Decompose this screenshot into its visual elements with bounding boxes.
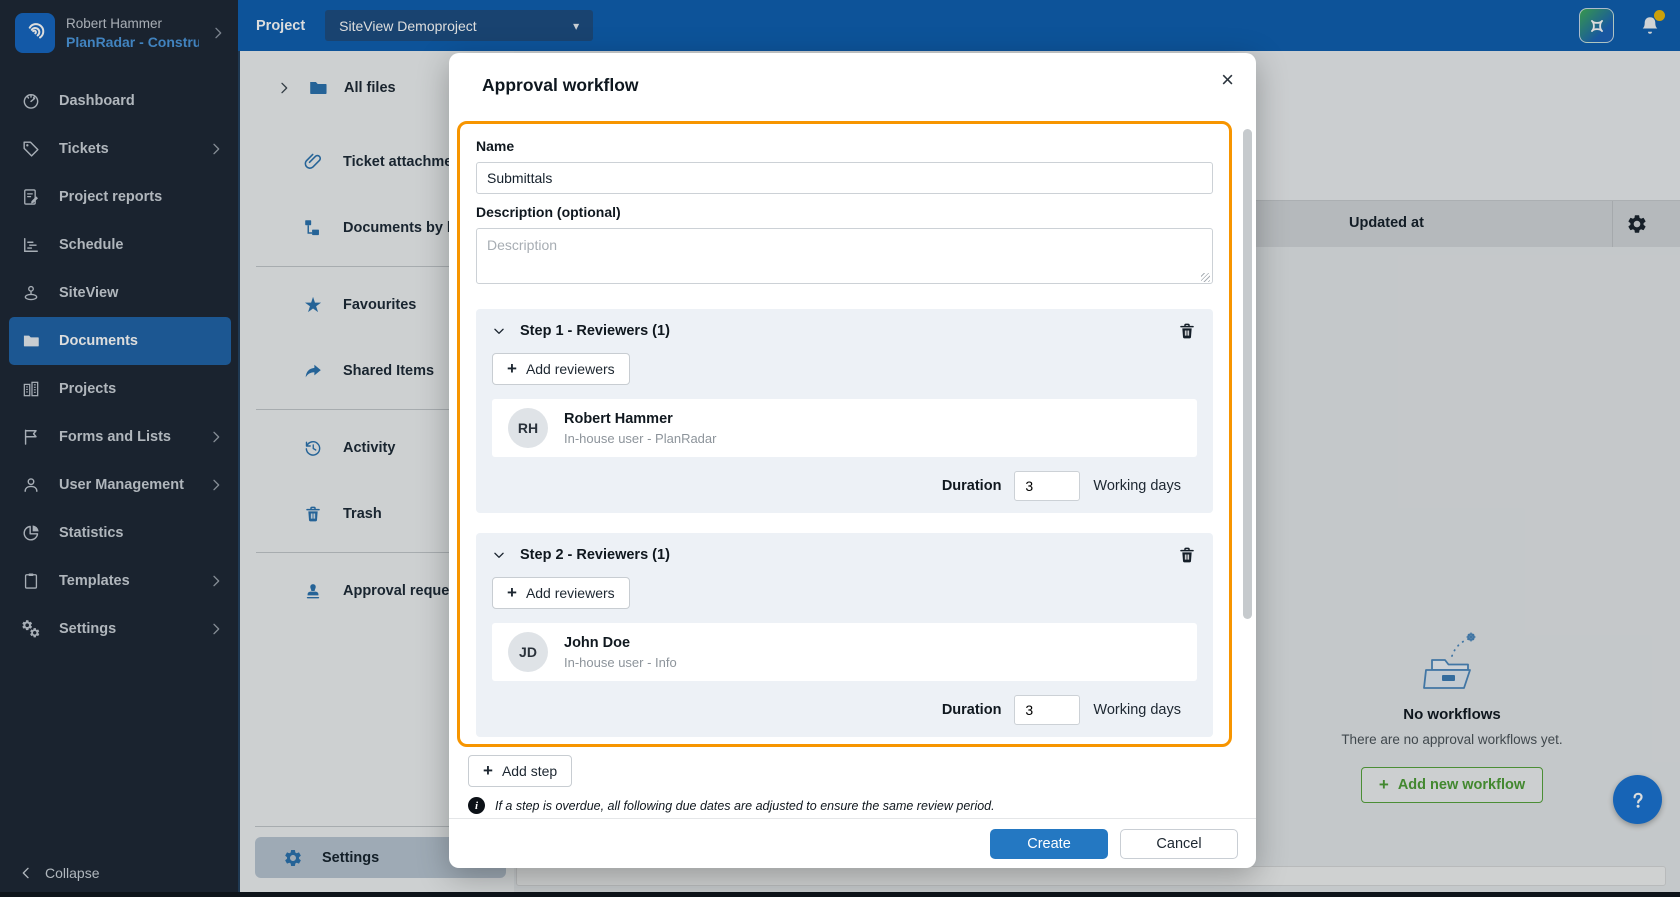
close-icon[interactable]: × — [1221, 69, 1234, 91]
plus-icon: + — [483, 761, 493, 780]
duration-input[interactable] — [1014, 695, 1081, 725]
add-step-button[interactable]: + Add step — [468, 755, 573, 787]
duration-input[interactable] — [1014, 471, 1081, 501]
app-screen: Robert Hammer PlanRadar - Construc... Da… — [0, 0, 1680, 897]
duration-unit: Working days — [1093, 478, 1181, 494]
reviewer-details: In-house user - PlanRadar — [564, 430, 717, 446]
overdue-info-text: If a step is overdue, all following due … — [495, 798, 995, 813]
avatar: RH — [508, 408, 548, 448]
modal-footer: Create Cancel — [449, 818, 1256, 868]
reviewer-card: RH Robert Hammer In-house user - PlanRad… — [492, 399, 1197, 457]
plus-icon: + — [507, 583, 517, 602]
description-label: Description (optional) — [476, 204, 621, 220]
duration-label: Duration — [941, 478, 1002, 494]
step-title: Step 1 - Reviewers (1) — [520, 323, 670, 339]
reviewer-card: JD John Doe In-house user - Info — [492, 623, 1197, 681]
delete-step-icon[interactable] — [1177, 545, 1197, 565]
avatar: JD — [508, 632, 548, 672]
workflow-step-2: Step 2 - Reviewers (1) + Add reviewers J… — [476, 533, 1213, 737]
step-title: Step 2 - Reviewers (1) — [520, 547, 670, 563]
reviewer-name: Robert Hammer — [564, 410, 673, 427]
plus-icon: + — [507, 359, 517, 378]
name-input[interactable] — [476, 162, 1213, 194]
modal-title: Approval workflow — [482, 75, 639, 95]
info-icon: i — [468, 797, 485, 814]
add-reviewers-button[interactable]: + Add reviewers — [492, 353, 630, 385]
description-input[interactable] — [476, 228, 1213, 284]
reviewer-details: In-house user - Info — [564, 654, 677, 670]
duration-unit: Working days — [1093, 702, 1181, 718]
add-reviewers-button[interactable]: + Add reviewers — [492, 577, 630, 609]
duration-label: Duration — [941, 702, 1002, 718]
create-button[interactable]: Create — [990, 828, 1108, 859]
approval-workflow-modal: Approval workflow × Name Description (op… — [449, 53, 1256, 868]
delete-step-icon[interactable] — [1177, 321, 1197, 341]
modal-scrollbar-thumb[interactable] — [1243, 129, 1252, 619]
chevron-down-icon[interactable] — [492, 324, 506, 338]
workflow-form: Name Description (optional) Step 1 - Rev… — [457, 121, 1232, 747]
workflow-step-1: Step 1 - Reviewers (1) + Add reviewers R… — [476, 309, 1213, 513]
cancel-button[interactable]: Cancel — [1120, 828, 1238, 859]
chevron-down-icon[interactable] — [492, 548, 506, 562]
reviewer-name: John Doe — [564, 634, 631, 651]
name-label: Name — [476, 138, 515, 154]
